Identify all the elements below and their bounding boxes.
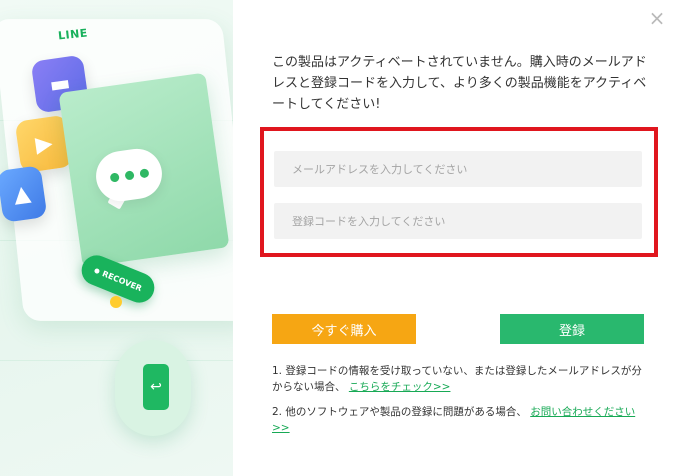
bubble-dot: [123, 169, 135, 181]
help-note-2-text: 2. 他のソフトウェアや製品の登録に問題がある場合、: [272, 406, 527, 418]
bg-line: [0, 360, 233, 361]
buy-now-button[interactable]: 今すぐ購入: [272, 314, 416, 344]
email-input[interactable]: [274, 151, 642, 187]
phone-icon: ↩: [143, 364, 169, 410]
register-button[interactable]: 登録: [500, 314, 644, 344]
cursor-dot: [110, 296, 122, 308]
promo-illustration: LINE ▬ ▶ ▲ RECOVER ↩: [0, 0, 233, 476]
bubble-dot: [138, 167, 149, 178]
help-note-2: 2. 他のソフトウェアや製品の登録に問題がある場合、 お問い合わせください>>: [272, 404, 652, 436]
recover-label: RECOVER: [101, 268, 144, 293]
registration-code-input[interactable]: [274, 203, 642, 239]
image-icon: ▲: [0, 165, 48, 223]
activation-message: この製品はアクティベートされていません。購入時のメールアドレスと登録コードを入力…: [272, 55, 647, 112]
check-here-link[interactable]: こちらをチェック>>: [349, 381, 451, 393]
help-note-1-text: 1. 登録コードの情報を受け取っていない、または登録したメールアドレスが分からな…: [272, 365, 642, 393]
close-icon[interactable]: ×: [647, 8, 667, 28]
bubble-dot: [109, 172, 120, 183]
help-note-1: 1. 登録コードの情報を受け取っていない、または登録したメールアドレスが分からな…: [272, 363, 652, 395]
recover-dot: [93, 267, 100, 274]
